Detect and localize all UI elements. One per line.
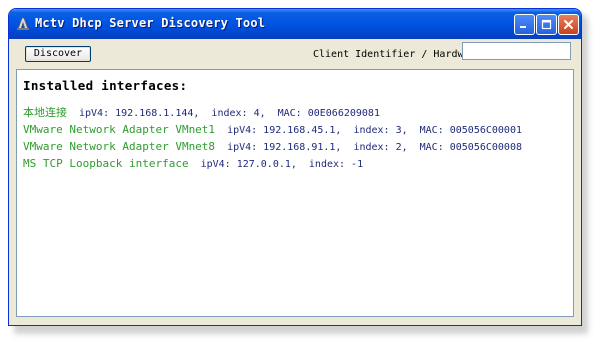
client-id-input[interactable] — [462, 42, 571, 60]
maximize-icon — [541, 15, 552, 34]
interface-name: VMware Network Adapter VMnet8 — [23, 140, 216, 153]
interface-ipv4: ipV4: 127.0.0.1, — [200, 159, 297, 170]
interface-index: index: 3, — [353, 125, 408, 136]
discover-button[interactable]: Discover — [25, 46, 91, 62]
interface-index: index: 4, — [211, 108, 266, 119]
output-panel[interactable]: Installed interfaces: 本地连接 ipV4: 192.168… — [16, 69, 574, 317]
interface-ipv4: ipV4: 192.168.91.1, — [227, 142, 342, 153]
interface-row: 本地连接 ipV4: 192.168.1.144, index: 4, MAC:… — [23, 105, 567, 122]
interface-ipv4: ipV4: 192.168.45.1, — [227, 125, 342, 136]
title-bar[interactable]: Mctv Dhcp Server Discovery Tool — [9, 9, 581, 39]
interface-row: VMware Network Adapter VMnet8 ipV4: 192.… — [23, 139, 567, 156]
interface-index: index: -1 — [308, 159, 364, 170]
app-icon[interactable] — [15, 16, 31, 32]
app-window: Mctv Dhcp Server Discovery Tool Discover… — [8, 8, 582, 326]
interface-mac: MAC: 00E066209081 — [277, 108, 380, 119]
interface-name: 本地连接 — [23, 106, 67, 119]
interface-row: MS TCP Loopback interface ipV4: 127.0.0.… — [23, 156, 567, 173]
client-area: Discover Client Identifier / Hardware Ad… — [13, 39, 577, 323]
interface-index: index: 2, — [353, 142, 408, 153]
maximize-button[interactable] — [536, 14, 557, 35]
interface-ipv4: ipV4: 192.168.1.144, — [79, 108, 200, 119]
minimize-button[interactable] — [514, 14, 535, 35]
interface-row: VMware Network Adapter VMnet1 ipV4: 192.… — [23, 122, 567, 139]
output-heading: Installed interfaces: — [23, 78, 188, 93]
close-button[interactable] — [558, 14, 579, 35]
interface-list: 本地连接 ipV4: 192.168.1.144, index: 4, MAC:… — [23, 105, 567, 173]
minimize-icon — [519, 15, 530, 34]
interface-name: MS TCP Loopback interface — [23, 157, 189, 170]
interface-mac: MAC: 005056C00001 — [419, 125, 522, 136]
close-icon — [563, 15, 574, 34]
window-title: Mctv Dhcp Server Discovery Tool — [35, 16, 266, 30]
interface-mac: MAC: 005056C00008 — [419, 142, 522, 153]
interface-name: VMware Network Adapter VMnet1 — [23, 123, 216, 136]
